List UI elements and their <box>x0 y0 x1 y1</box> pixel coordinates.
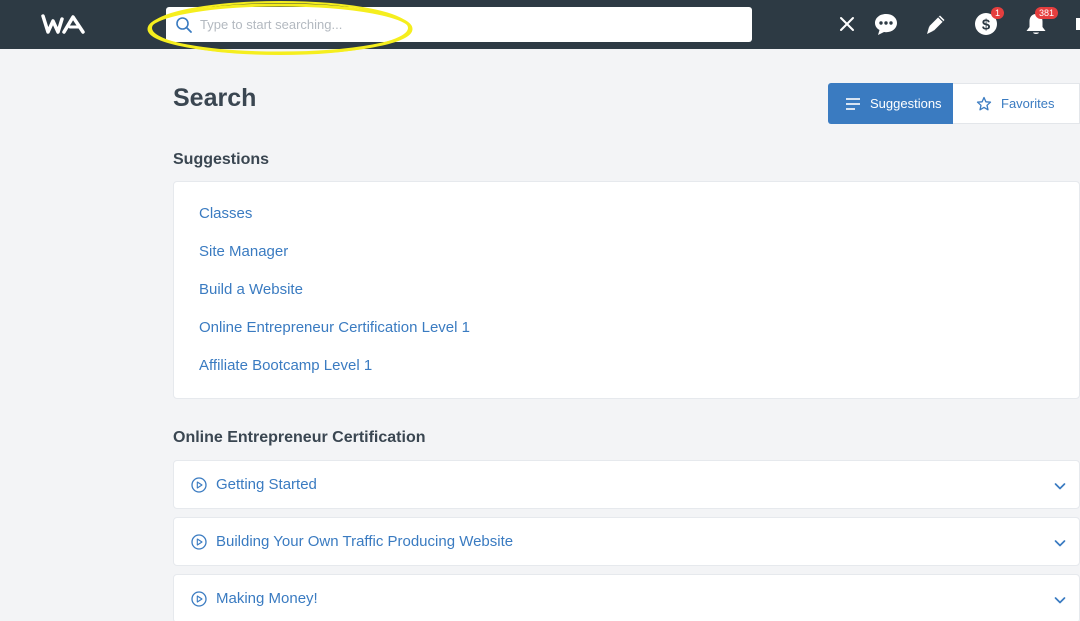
course-accordion-item[interactable]: Getting Started <box>173 460 1080 509</box>
search-icon <box>176 17 192 33</box>
tab-favorites-label: Favorites <box>1001 96 1055 111</box>
suggestions-heading: Suggestions <box>173 151 270 168</box>
svg-text:$: $ <box>982 17 991 34</box>
suggestions-card: Classes Site Manager Build a Website Onl… <box>173 181 1080 399</box>
play-circle-icon <box>191 477 207 493</box>
flag-icon[interactable] <box>1074 11 1080 37</box>
tab-suggestions-label: Suggestions <box>870 96 942 111</box>
suggestion-link[interactable]: Affiliate Bootcamp Level 1 <box>199 357 372 374</box>
play-circle-icon <box>191 591 207 607</box>
chevron-down-icon[interactable] <box>1053 593 1067 607</box>
wa-logo[interactable] <box>40 11 90 37</box>
course-label: Making Money! <box>216 590 318 607</box>
suggestion-link[interactable]: Classes <box>199 205 252 222</box>
search-box[interactable] <box>166 7 752 42</box>
pencil-icon[interactable] <box>923 11 949 37</box>
chevron-down-icon[interactable] <box>1053 479 1067 493</box>
tab-favorites[interactable]: Favorites <box>953 83 1080 124</box>
suggestion-link[interactable]: Build a Website <box>199 281 303 298</box>
course-accordion-item[interactable]: Building Your Own Traffic Producing Webs… <box>173 517 1080 566</box>
top-navbar: $ 1 381 <box>0 0 1080 55</box>
course-label: Building Your Own Traffic Producing Webs… <box>216 533 514 550</box>
earnings-badge: 1 <box>991 7 1005 19</box>
star-icon <box>976 96 992 110</box>
course-accordion-item[interactable]: Making Money! <box>173 574 1080 621</box>
play-circle-icon <box>191 534 207 550</box>
list-icon <box>846 97 860 110</box>
chevron-down-icon[interactable] <box>1053 536 1067 550</box>
search-input[interactable] <box>200 7 740 42</box>
notifications-badge: 381 <box>1035 7 1059 19</box>
suggestion-link[interactable]: Online Entrepreneur Certification Level … <box>199 319 470 336</box>
chat-icon[interactable] <box>873 11 899 37</box>
close-icon[interactable] <box>834 11 860 37</box>
course-label: Getting Started <box>216 476 317 493</box>
tab-suggestions[interactable]: Suggestions <box>828 83 953 124</box>
suggestion-link[interactable]: Site Manager <box>199 243 288 260</box>
view-tabs: Suggestions Favorites <box>828 83 1080 124</box>
certification-heading: Online Entrepreneur Certification <box>173 429 426 446</box>
page-title: Search <box>173 84 257 112</box>
